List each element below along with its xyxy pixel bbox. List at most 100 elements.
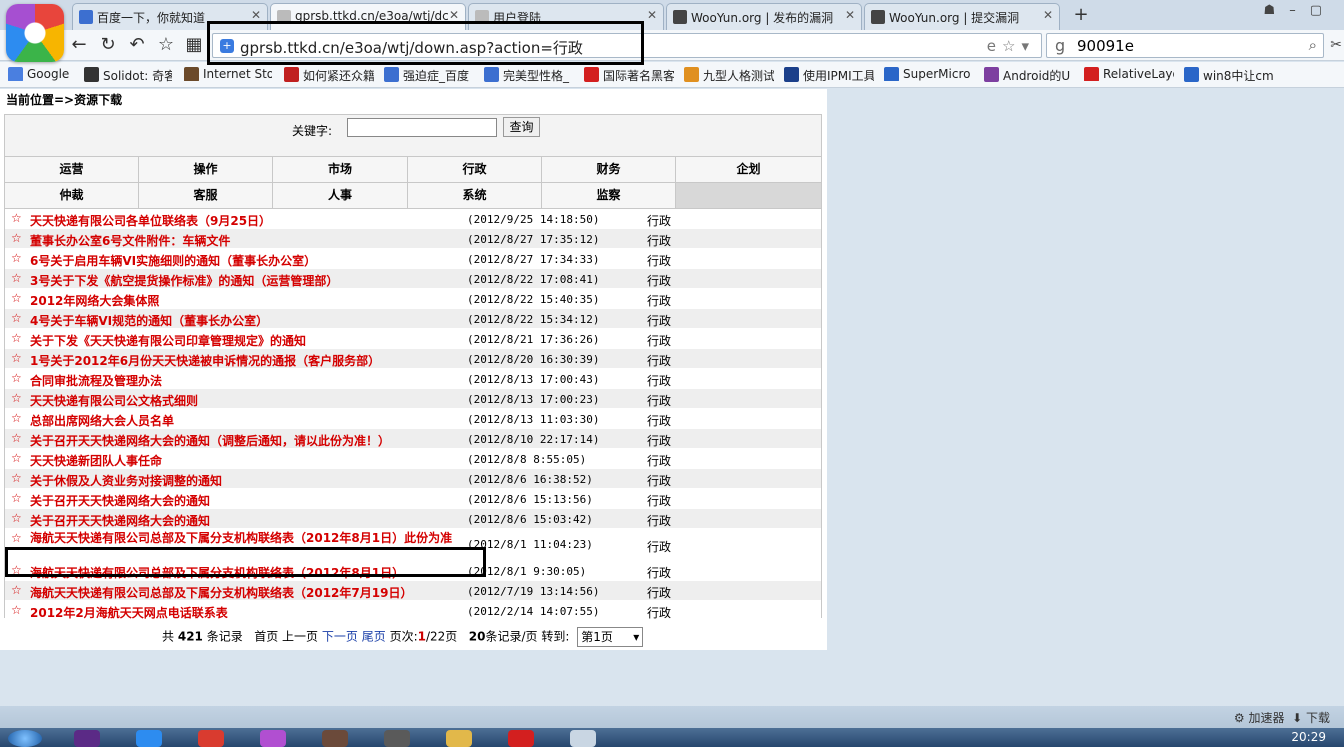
folder-icon[interactable] (446, 730, 472, 747)
document-link[interactable]: 1号关于2012年6月份天天快递被申诉情况的通报（客户服务部） (30, 352, 460, 369)
pager-text: 条记录 (206, 629, 243, 644)
document-link[interactable]: 关于召开天天快递网络大会的通知（调整后通知，请以此份为准！） (30, 432, 460, 449)
bookmark-item[interactable]: Google (8, 67, 74, 81)
reload-icon[interactable]: ↻ (96, 34, 120, 58)
document-link[interactable]: 海航天天快递有限公司总部及下属分支机构联络表（2012年7月19日） (30, 584, 460, 601)
search-input[interactable]: 90091e (1077, 37, 1134, 55)
apps-grid-icon[interactable]: ▦ (182, 34, 206, 58)
bookmark-item[interactable]: 完美型性格_ (484, 67, 574, 84)
document-link[interactable]: 关于召开天天快递网络大会的通知 (30, 512, 460, 529)
bookmark-item[interactable]: win8中让cm (1184, 67, 1276, 84)
minimize-icon[interactable]: – (1289, 3, 1310, 18)
close-icon[interactable]: ✕ (845, 8, 855, 22)
category-xitong[interactable]: 系统 (408, 183, 542, 209)
star-icon: ☆ (11, 331, 22, 345)
document-link[interactable]: 总部出席网络大会人员名单 (30, 412, 460, 429)
start-button-icon[interactable] (8, 730, 42, 747)
document-link[interactable]: 2012年网络大会集体照 (30, 292, 460, 309)
ie-mode-icon[interactable]: e (987, 37, 1002, 55)
category-zhongcai[interactable]: 仲裁 (5, 183, 139, 209)
document-link[interactable]: 天天快递有限公司公文格式细则 (30, 392, 460, 409)
document-link[interactable]: 6号关于启用车辆VI实施细则的通知（董事长办公室） (30, 252, 460, 269)
star-icon: ☆ (11, 371, 22, 385)
tools-icon[interactable]: ✂ (1330, 37, 1342, 53)
chevron-down-icon: ▾ (633, 630, 640, 644)
bookmark-item[interactable]: Android的U (984, 67, 1076, 84)
close-icon[interactable]: ✕ (251, 8, 261, 22)
close-icon[interactable]: ✕ (449, 8, 459, 22)
close-icon[interactable]: ✕ (647, 8, 657, 22)
search-icon[interactable]: ⌕ (1309, 36, 1317, 54)
document-link[interactable]: 关于休假及人资业务对接调整的通知 (30, 472, 460, 489)
page-select[interactable]: 第1页 ▾ (577, 627, 644, 647)
window-controls[interactable]: ☗–▢ (1264, 3, 1336, 18)
next-page-link[interactable]: 下一页 (322, 630, 358, 644)
document-row: ☆ 关于召开天天快递网络大会的通知 (2012/8/6 15:03:42) 行政 (5, 509, 821, 529)
document-link[interactable]: 关于下发《天天快递有限公司印章管理规定》的通知 (30, 332, 460, 349)
category-caiwu[interactable]: 财务 (542, 157, 676, 183)
chrome-icon[interactable] (198, 730, 224, 747)
tab-wooyun-published[interactable]: WooYun.org | 发布的漏洞 ✕ (666, 3, 862, 30)
bookmark-item[interactable]: 使用IPMI工具 (784, 67, 874, 84)
download-icon[interactable]: ⬇ (1292, 711, 1302, 725)
document-category: 行政 (647, 474, 672, 488)
new-tab-button[interactable]: + (1066, 4, 1096, 28)
category-xingzheng[interactable]: 行政 (408, 157, 542, 183)
document-row: ☆ 2012年2月海航天天网点电话联系表 (2012/2/14 14:07:55) 行… (5, 601, 821, 621)
back-icon[interactable]: ← (67, 34, 91, 58)
search-box[interactable]: g 90091e ⌕ (1046, 33, 1324, 58)
document-link[interactable]: 2012年2月海航天天网点电话联系表 (30, 604, 460, 621)
category-qihua[interactable]: 企划 (676, 157, 821, 183)
accelerator-icon[interactable]: ⚙ (1234, 711, 1245, 725)
bookmark-item[interactable]: Internet Sto (184, 67, 272, 81)
media-player-icon[interactable] (74, 730, 100, 747)
app-icon[interactable] (508, 730, 534, 747)
query-button[interactable]: 查询 (503, 117, 540, 137)
document-link[interactable]: 海航天天快递有限公司总部及下属分支机构联络表（2012年8月1日）此份为准 (5, 531, 455, 545)
close-icon[interactable]: ✕ (1043, 8, 1053, 22)
category-renshi[interactable]: 人事 (273, 183, 408, 209)
shirt-icon[interactable]: ☗ (1264, 3, 1290, 18)
document-date: (2012/7/19 13:14:56) (467, 585, 600, 598)
bookmark-item[interactable]: 九型人格测试 (684, 67, 774, 84)
document-link[interactable]: 天天快递新团队人事任命 (30, 452, 460, 469)
photo-icon[interactable] (322, 730, 348, 747)
bookmark-item[interactable]: SuperMicro (884, 67, 976, 81)
document-link[interactable]: 董事长办公室6号文件附件：车辆文件 (30, 232, 460, 249)
category-caozuo[interactable]: 操作 (139, 157, 273, 183)
category-shichang[interactable]: 市场 (273, 157, 408, 183)
dropdown-icon[interactable]: ▾ (1021, 37, 1035, 55)
bookmark-item[interactable]: 如何紧还众籍 (284, 67, 374, 84)
star-icon: ☆ (11, 583, 22, 597)
accelerator-label[interactable]: 加速器 (1248, 711, 1284, 725)
app-icon[interactable] (384, 730, 410, 747)
keyword-input[interactable] (347, 118, 497, 137)
favorite-star-icon[interactable]: ☆ (154, 34, 178, 58)
last-page-link[interactable]: 尾页 (362, 630, 386, 644)
document-link[interactable]: 关于召开天天快递网络大会的通知 (30, 492, 460, 509)
maximize-icon[interactable]: ▢ (1310, 3, 1336, 18)
bookmark-item[interactable]: 国际著名黑客 (584, 67, 674, 84)
bookmark-star-icon[interactable]: ☆ (1002, 37, 1021, 55)
category-jiancha[interactable]: 监察 (542, 183, 676, 209)
undo-icon[interactable]: ↶ (125, 34, 149, 58)
tab-wooyun-submit[interactable]: WooYun.org | 提交漏洞 ✕ (864, 3, 1060, 30)
document-link[interactable]: 天天快递有限公司各单位联络表（9月25日） (30, 212, 460, 229)
bookmark-item[interactable]: 强迫症_百度 (384, 67, 474, 84)
category-kefu[interactable]: 客服 (139, 183, 273, 209)
document-date: (2012/2/14 14:07:55) (467, 605, 600, 618)
document-link[interactable]: 4号关于车辆VI规范的通知（董事长办公室） (30, 312, 460, 329)
bookmark-item[interactable]: RelativeLayo (1084, 67, 1174, 81)
notepad-icon[interactable] (570, 730, 596, 747)
browser-logo-icon[interactable] (6, 4, 64, 62)
category-yunying[interactable]: 运营 (5, 157, 139, 183)
document-link[interactable]: 3号关于下发《航空提货操作标准》的通知（运营管理部） (30, 272, 460, 289)
360-icon[interactable] (136, 730, 162, 747)
address-actions[interactable]: e☆▾ (987, 37, 1035, 55)
browser-icon[interactable] (260, 730, 286, 747)
star-icon: ☆ (11, 231, 22, 245)
download-label[interactable]: 下载 (1306, 711, 1330, 725)
document-category: 行政 (647, 214, 672, 228)
document-link[interactable]: 合同审批流程及管理办法 (30, 372, 460, 389)
bookmark-item[interactable]: Solidot: 奇客 (84, 67, 172, 84)
